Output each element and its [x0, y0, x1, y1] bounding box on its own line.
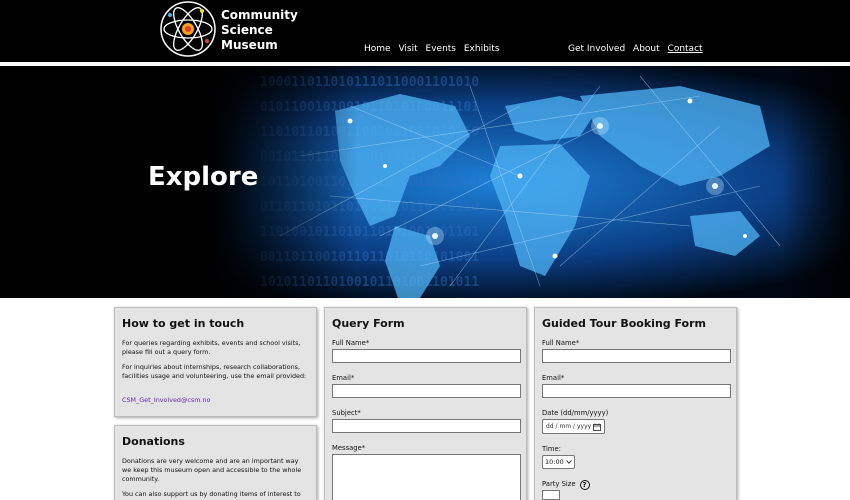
info-icon[interactable]: ?: [579, 480, 590, 490]
contact-info-panel: How to get in touch For queries regardin…: [114, 307, 317, 417]
query-form-panel: Query Form Full Name* Email* Subject* Me…: [324, 307, 527, 500]
tour-full-name-input[interactable]: [542, 349, 731, 363]
chevron-down-icon: [566, 460, 572, 464]
date-placeholder: dd / mm / yyyy: [546, 423, 592, 430]
party-size-row: Party Size ?: [542, 480, 729, 490]
nav-about[interactable]: About: [633, 44, 660, 54]
nav-contact[interactable]: Contact: [668, 44, 703, 54]
calendar-icon[interactable]: [593, 423, 601, 431]
donations-text-items: You can also support us by donating item…: [122, 490, 301, 500]
secondary-nav: Get Involved About Contact: [568, 44, 708, 54]
party-size-input[interactable]: [542, 490, 560, 500]
atom-logo-icon[interactable]: [160, 1, 216, 57]
site-header: Community Science Museum Home Visit Even…: [0, 0, 850, 62]
brand-line-2: Science: [221, 23, 273, 37]
brand-line-3: Museum: [221, 38, 278, 52]
tour-time-select[interactable]: 10:00: [542, 455, 575, 469]
query-form-heading: Query Form: [332, 317, 405, 330]
nav-get-involved[interactable]: Get Involved: [568, 44, 625, 54]
tour-time-label: Time:: [542, 445, 561, 453]
tour-date-label: Date (dd/mm/yyyy): [542, 409, 609, 417]
hero-title: Explore: [148, 162, 259, 192]
contact-text-queries: For queries regarding exhibits, events a…: [122, 339, 301, 356]
contact-email-link[interactable]: CSM_Get_Involved@csm.no: [122, 396, 210, 404]
brand-name[interactable]: Community Science Museum: [221, 8, 298, 53]
donations-heading: Donations: [122, 435, 185, 448]
donations-text: Donations are very welcome and are an im…: [122, 457, 302, 483]
email-label: Email*: [332, 374, 355, 382]
query-email-input[interactable]: [332, 384, 521, 398]
query-message-textarea[interactable]: [332, 454, 521, 500]
hero-banner: 1000110110101110110001101010 01011001010…: [0, 66, 850, 298]
full-name-label: Full Name*: [332, 339, 370, 347]
nav-visit[interactable]: Visit: [398, 44, 417, 54]
subject-label: Subject*: [332, 409, 361, 417]
nav-exhibits[interactable]: Exhibits: [464, 44, 500, 54]
time-value: 10:00: [545, 458, 564, 466]
tour-email-label: Email*: [542, 374, 565, 382]
main-nav: Home Visit Events Exhibits: [364, 44, 505, 54]
tour-form-heading: Guided Tour Booking Form: [542, 317, 706, 330]
tour-full-name-label: Full Name*: [542, 339, 580, 347]
contact-text-inquiries: For inquiries about internships, researc…: [122, 363, 307, 380]
query-subject-input[interactable]: [332, 419, 521, 433]
world-network-image: 1000110110101110110001101010 01011001010…: [0, 66, 850, 298]
message-label: Message*: [332, 444, 366, 452]
brand-line-1: Community: [221, 8, 298, 22]
party-size-label: Party Size: [542, 480, 576, 488]
nav-home[interactable]: Home: [364, 44, 391, 54]
tour-date-input[interactable]: dd / mm / yyyy: [542, 419, 605, 434]
query-full-name-input[interactable]: [332, 349, 521, 363]
tour-email-input[interactable]: [542, 384, 731, 398]
donations-panel: Donations Donations are very welcome and…: [114, 425, 317, 500]
contact-heading: How to get in touch: [122, 317, 245, 330]
nav-events[interactable]: Events: [426, 44, 456, 54]
tour-booking-panel: Guided Tour Booking Form Full Name* Emai…: [534, 307, 737, 500]
